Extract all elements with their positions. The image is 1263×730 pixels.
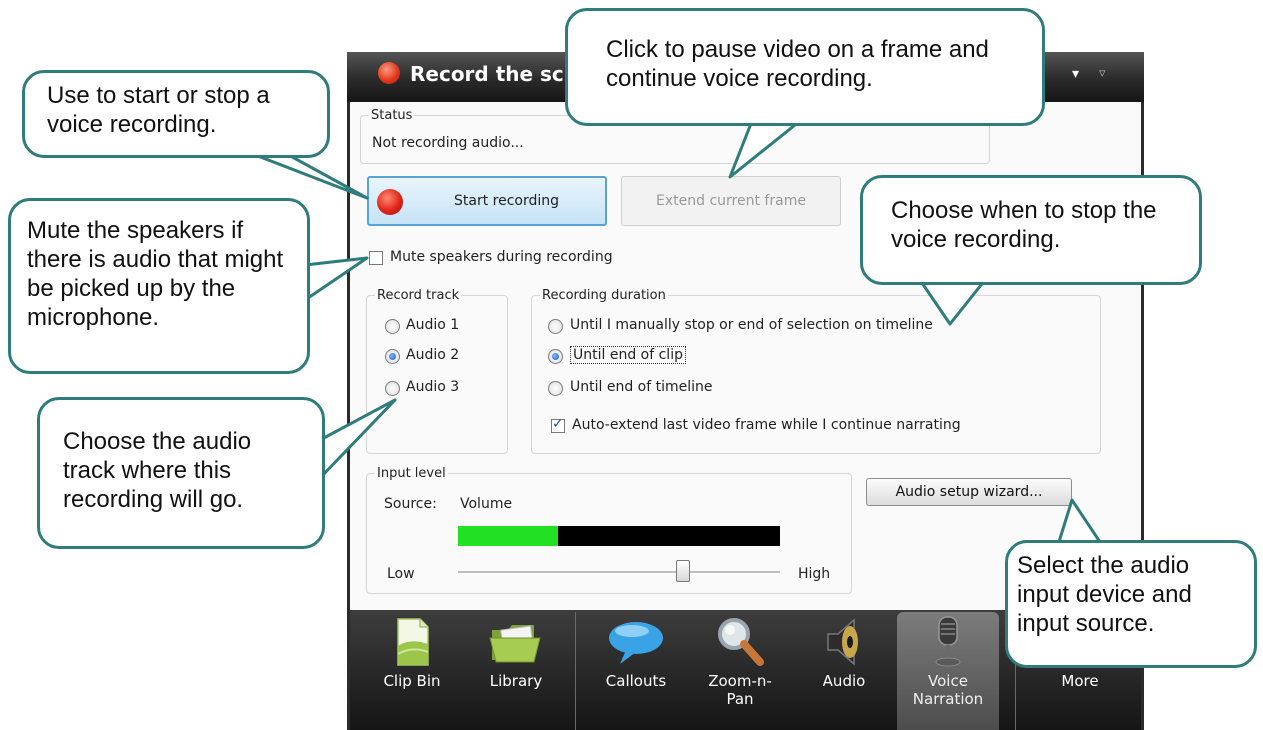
callout-mute-text: Mute the speakers if there is audio that… <box>27 217 284 331</box>
callout-stop-when: Choose when to stop the voice recording. <box>860 175 1202 285</box>
callout-track: Choose the audio track where this record… <box>37 397 325 549</box>
callout-select-device-text: Select the audio input device and input … <box>1017 552 1192 637</box>
callout-select-device: Select the audio input device and input … <box>1005 540 1257 668</box>
callout-pause: Click to pause video on a frame and cont… <box>565 8 1045 126</box>
callout-track-text: Choose the audio track where this record… <box>63 428 252 513</box>
callout-start-stop-text: Use to start or stop a voice recording. <box>47 82 270 138</box>
callout-mute: Mute the speakers if there is audio that… <box>8 198 310 374</box>
callout-stop-when-text: Choose when to stop the voice recording. <box>891 197 1157 253</box>
callout-pause-text: Click to pause video on a frame and cont… <box>606 36 989 92</box>
callout-start-stop: Use to start or stop a voice recording. <box>22 70 330 158</box>
